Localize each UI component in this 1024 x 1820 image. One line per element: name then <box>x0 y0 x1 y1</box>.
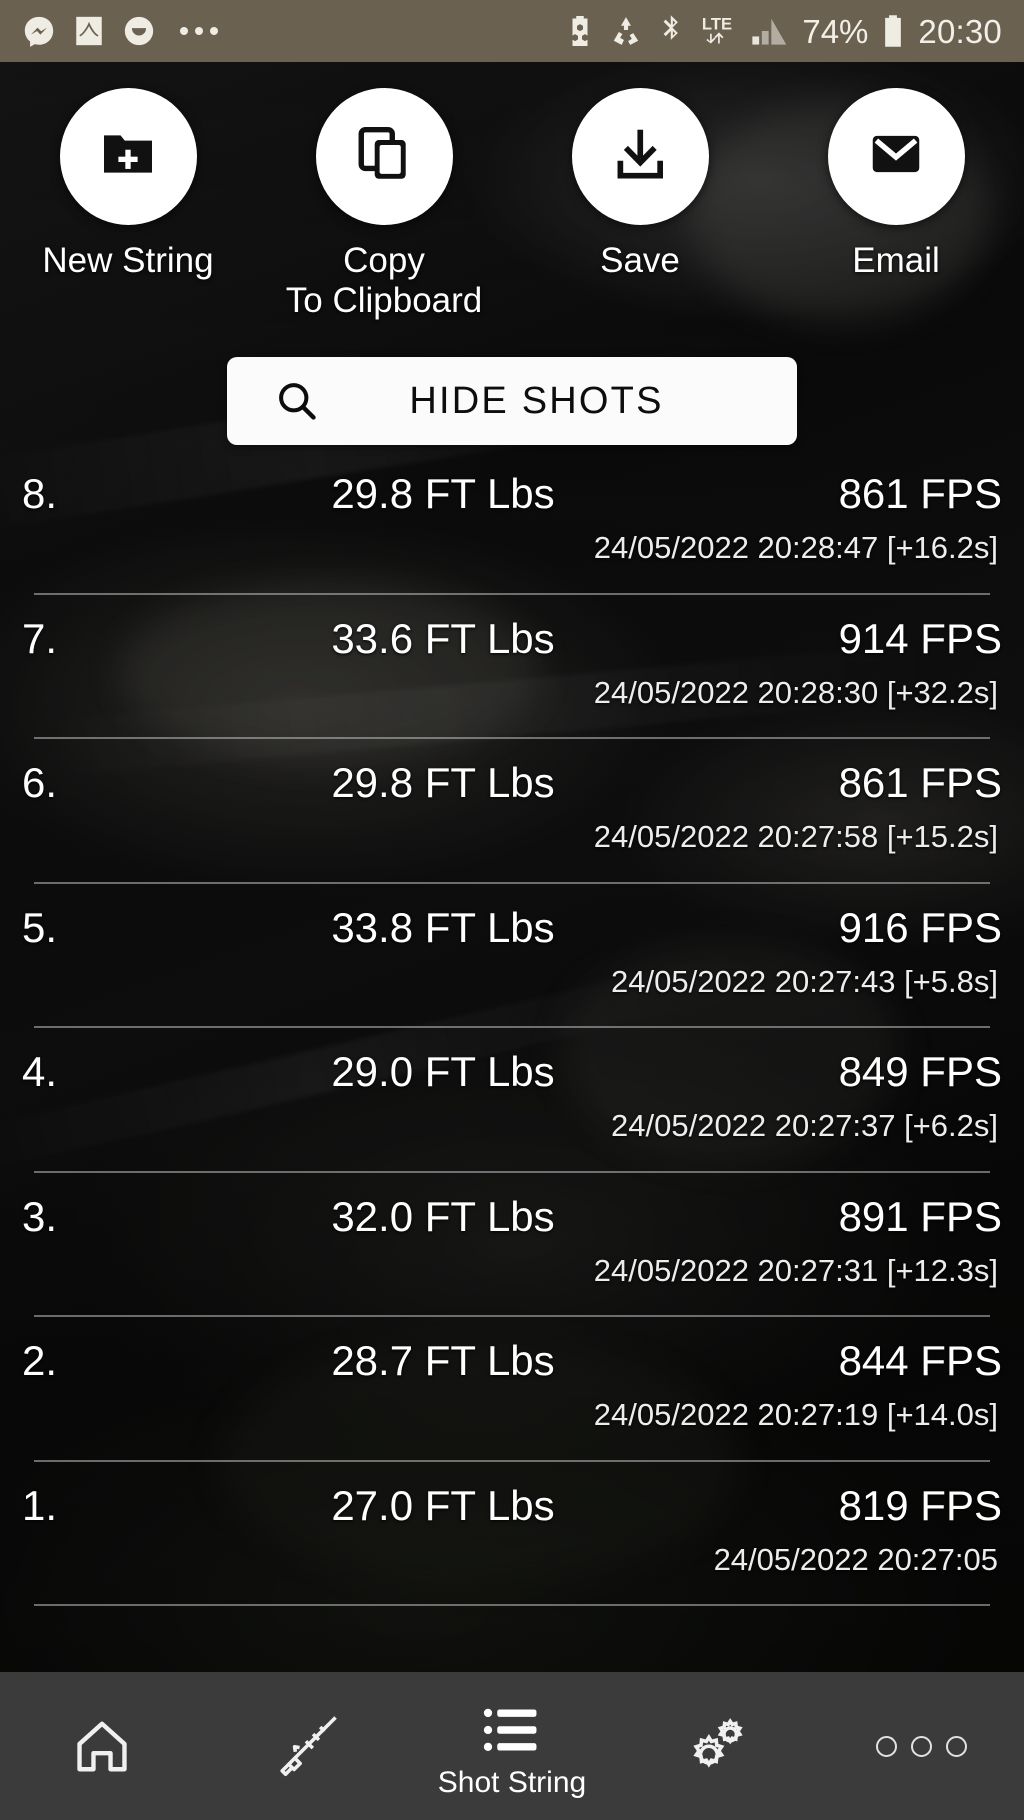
home-icon <box>71 1710 133 1782</box>
list-icon <box>482 1694 542 1766</box>
new-string-circle[interactable] <box>59 88 197 225</box>
battery-full-icon <box>881 14 905 48</box>
status-bar[interactable]: LTE 74% 20:30 <box>0 0 1024 62</box>
shot-row[interactable]: 8. 29.8 FT Lbs 861 FPS 24/05/2022 20:28:47 … <box>0 450 1024 595</box>
shot-string-list[interactable]: 8. 29.8 FT Lbs 861 FPS 24/05/2022 20:28:47 … <box>0 450 1024 1672</box>
download-save-icon <box>609 123 671 190</box>
nav-item-shot-string-label: Shot String <box>437 1766 587 1799</box>
email-label: Email <box>852 241 940 280</box>
shot-energy: 32.0 FT Lbs <box>331 1192 555 1240</box>
shot-index: 6. <box>22 759 58 806</box>
shot-speed: 849 FPS <box>838 1048 1002 1095</box>
shot-row[interactable]: 5. 33.8 FT Lbs 916 FPS 24/05/2022 20:27:43 … <box>0 884 1024 1028</box>
overflow-dots-icon <box>876 1710 968 1782</box>
gears-icon <box>684 1710 750 1782</box>
smiley-icon <box>122 14 156 48</box>
shot-energy: 27.0 FT Lbs <box>331 1481 555 1529</box>
shot-row-main: 4. 29.0 FT Lbs 849 FPS <box>22 1028 1002 1116</box>
shot-speed: 891 FPS <box>838 1192 1002 1240</box>
lte-icon: LTE <box>696 13 738 49</box>
messenger-icon <box>22 14 56 48</box>
bottom-navigation-bar: Shot String <box>0 1672 1024 1820</box>
save-circle[interactable] <box>571 88 709 225</box>
shot-row-main: 1. 27.0 FT Lbs 819 FPS <box>22 1462 1002 1550</box>
shot-row[interactable]: 3. 32.0 FT Lbs 891 FPS 24/05/2022 20:27:31 … <box>0 1173 1024 1317</box>
svg-text:LTE: LTE <box>702 15 732 34</box>
shot-speed: 861 FPS <box>838 759 1002 806</box>
nav-item-shot-string[interactable]: Shot String <box>410 1672 615 1820</box>
shot-row-main: 6. 29.8 FT Lbs 861 FPS <box>22 739 1002 827</box>
email-button[interactable]: Email <box>768 88 1024 321</box>
shot-energy: 33.6 FT Lbs <box>331 614 555 662</box>
shot-row-main: 8. 29.8 FT Lbs 861 FPS <box>22 450 1002 538</box>
shot-row-main: 3. 32.0 FT Lbs 891 FPS <box>22 1173 1002 1261</box>
shot-row[interactable]: 1. 27.0 FT Lbs 819 FPS 24/05/2022 20:27:05 <box>0 1462 1024 1606</box>
app-root: LTE 74% 20:30 New String Copy To Clipboa… <box>0 0 1024 1820</box>
data-saver-icon <box>608 14 644 48</box>
hide-shots-button[interactable]: HIDE SHOTS <box>227 357 797 445</box>
shot-row[interactable]: 6. 29.8 FT Lbs 861 FPS 24/05/2022 20:27:58 … <box>0 739 1024 884</box>
shot-index: 8. <box>22 470 58 517</box>
nav-item-rifle[interactable] <box>205 1672 410 1820</box>
shot-energy: 29.0 FT Lbs <box>331 1048 555 1095</box>
status-bar-system-icons[interactable]: LTE 74% 20:30 <box>565 13 1002 49</box>
shot-row[interactable]: 4. 29.0 FT Lbs 849 FPS 24/05/2022 20:27:37 … <box>0 1028 1024 1173</box>
hide-shots-label: HIDE SHOTS <box>409 379 664 422</box>
shot-row-main: 5. 33.8 FT Lbs 916 FPS <box>22 884 1002 972</box>
shot-energy: 29.8 FT Lbs <box>331 759 555 806</box>
battery-saver-icon <box>565 14 595 48</box>
shot-index: 7. <box>22 614 58 662</box>
status-bar-clock: 20:30 <box>918 12 1002 50</box>
shot-row-main: 7. 33.6 FT Lbs 914 FPS <box>22 595 1002 683</box>
email-circle[interactable] <box>827 88 965 225</box>
shot-row[interactable]: 7. 33.6 FT Lbs 914 FPS 24/05/2022 20:28:30 … <box>0 595 1024 739</box>
adobe-acrobat-icon <box>72 14 106 48</box>
shot-index: 2. <box>22 1337 58 1384</box>
shot-speed: 819 FPS <box>838 1481 1002 1529</box>
shot-speed: 916 FPS <box>838 903 1002 951</box>
shot-energy: 29.8 FT Lbs <box>331 470 555 517</box>
search-icon <box>274 378 320 424</box>
new-string-button[interactable]: New String <box>0 88 256 321</box>
shot-energy: 33.8 FT Lbs <box>331 903 555 951</box>
envelope-icon <box>865 123 927 190</box>
shot-speed: 861 FPS <box>838 470 1002 517</box>
rifle-icon <box>270 1710 344 1782</box>
nav-item-home[interactable] <box>0 1672 205 1820</box>
copy-to-clipboard-label: Copy To Clipboard <box>285 241 483 320</box>
shot-index: 5. <box>22 903 58 951</box>
shot-row-divider <box>34 1604 990 1606</box>
shot-index: 1. <box>22 1481 58 1529</box>
shot-energy: 28.7 FT Lbs <box>331 1337 555 1384</box>
nav-item-settings[interactable] <box>614 1672 819 1820</box>
shot-row[interactable]: 2. 28.7 FT Lbs 844 FPS 24/05/2022 20:27:19 … <box>0 1317 1024 1462</box>
shot-row-main: 2. 28.7 FT Lbs 844 FPS <box>22 1317 1002 1405</box>
bluetooth-icon <box>657 14 683 48</box>
copy-to-clipboard-circle[interactable] <box>315 88 453 225</box>
status-bar-notifications[interactable] <box>22 14 218 48</box>
shot-speed: 914 FPS <box>838 614 1002 662</box>
shot-index: 4. <box>22 1048 58 1095</box>
shot-speed: 844 FPS <box>838 1337 1002 1384</box>
new-string-label: New String <box>42 241 214 280</box>
nav-item-more[interactable] <box>819 1672 1024 1820</box>
more-notifications-icon <box>180 27 218 35</box>
save-button[interactable]: Save <box>512 88 768 321</box>
copy-to-clipboard-button[interactable]: Copy To Clipboard <box>256 88 512 321</box>
action-button-row: New String Copy To Clipboard Save Email <box>0 88 1024 321</box>
battery-percentage: 74% <box>802 12 869 50</box>
signal-bars-icon <box>751 14 789 48</box>
copy-icon <box>353 123 415 190</box>
save-label: Save <box>600 241 680 280</box>
shot-index: 3. <box>22 1192 58 1240</box>
folder-plus-icon <box>96 122 160 191</box>
